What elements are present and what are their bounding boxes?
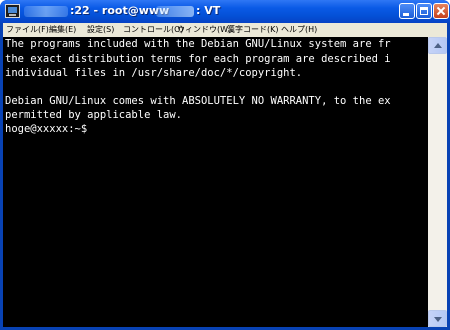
menu-window[interactable]: ウィンドウ(W) [177,24,231,35]
title-redaction [24,6,68,17]
menu-edit[interactable]: 編集(E) [49,24,76,35]
terminal-line: The programs included with the Debian GN… [5,38,391,50]
menu-help[interactable]: ヘルプ(H) [281,24,317,35]
minimize-icon [403,13,409,16]
chevron-up-icon [434,43,442,48]
scroll-down-button[interactable] [428,310,447,327]
terminal-output[interactable]: The programs included with the Debian GN… [3,37,428,327]
terminal-icon[interactable] [5,4,20,18]
terminal-line: Debian GNU/Linux comes with ABSOLUTELY N… [5,95,391,107]
maximize-icon [420,7,428,15]
close-button[interactable] [433,3,449,19]
vertical-scrollbar[interactable] [428,37,447,327]
menu-kanji-code[interactable]: 漢字コード(K) [227,24,279,35]
terminal-line: individual files in /usr/share/doc/*/cop… [5,67,303,79]
maximize-button[interactable] [416,3,432,19]
menu-control[interactable]: コントロール(O) [123,24,184,35]
window-title-suffix: : VT [196,4,221,17]
minimize-button[interactable] [399,3,415,19]
title-bar[interactable]: :22 - root@www : VT [0,0,450,23]
menu-bar: ファイル(F) 編集(E) 設定(S) コントロール(O) ウィンドウ(W) 漢… [3,23,447,37]
chevron-down-icon [434,317,442,322]
terminal-prompt: hoge@xxxxx:~$ [5,123,88,135]
terminal-line: the exact distribution terms for each pr… [5,53,391,65]
title-redaction-2 [156,6,194,17]
menu-file[interactable]: ファイル(F) [6,24,49,35]
terminal-window: :22 - root@www : VT ファイル(F) 編集(E) 設定(S) … [0,0,450,330]
window-title: :22 - root@www [70,4,170,17]
scroll-up-button[interactable] [428,37,447,54]
terminal-line: permitted by applicable law. [5,109,183,121]
menu-settings[interactable]: 設定(S) [87,24,114,35]
